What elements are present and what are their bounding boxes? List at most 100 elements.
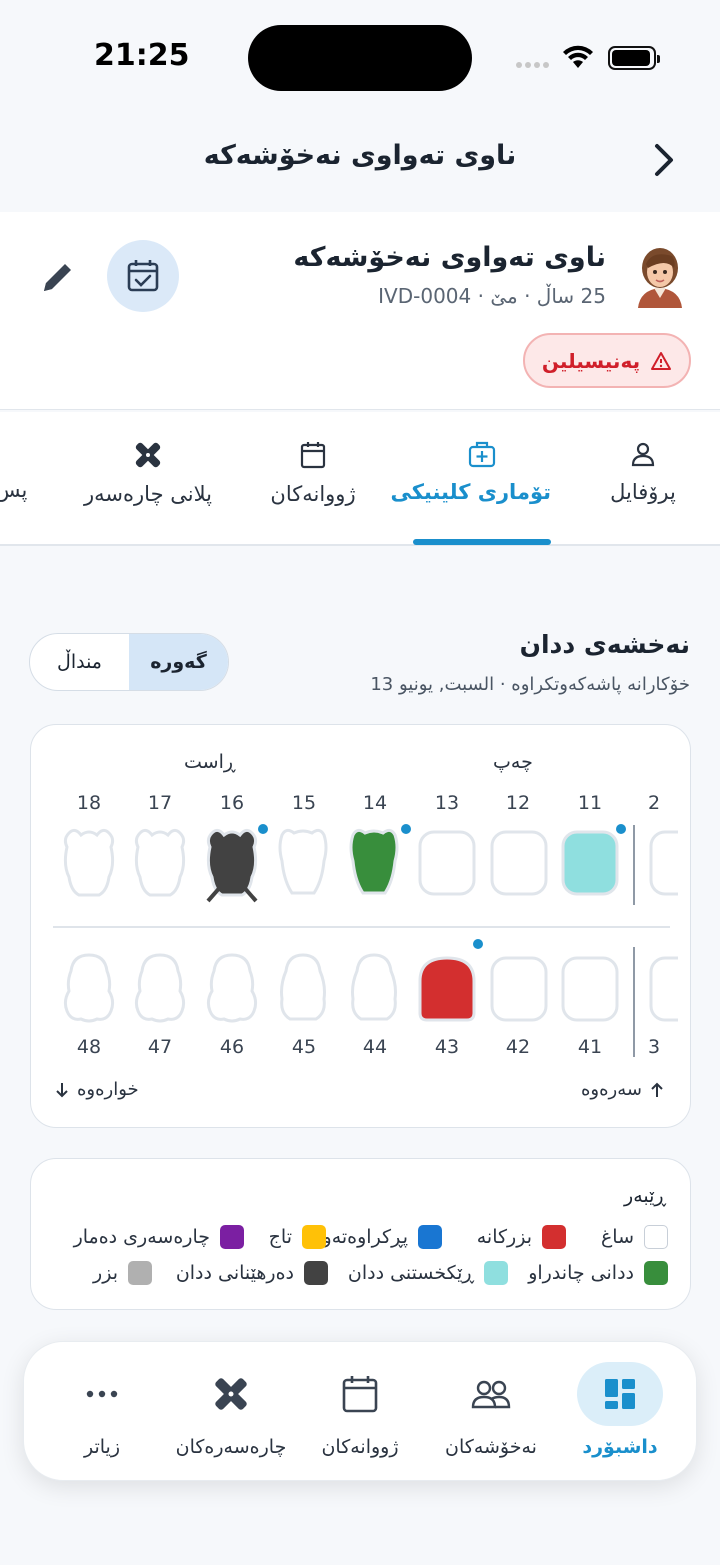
warning-triangle-icon bbox=[651, 351, 672, 370]
allergy-label: پەنیسیلین bbox=[541, 348, 641, 373]
nav-dashboard[interactable]: داشبۆرد bbox=[550, 1362, 690, 1458]
legend-swatch-root-canal bbox=[220, 1225, 244, 1249]
upper-jaw-label: سەرەوە bbox=[581, 1079, 664, 1100]
tooth-21-partial[interactable] bbox=[648, 829, 678, 897]
status-time: 21:25 bbox=[94, 38, 190, 73]
page-title: ناوی تەواوی نەخۆشەکە bbox=[203, 140, 517, 171]
tooth-12[interactable] bbox=[489, 829, 549, 897]
tooth-number: 45 bbox=[291, 1036, 317, 1058]
midline-upper bbox=[633, 825, 635, 905]
legend-title: ڕێبەر bbox=[624, 1185, 666, 1207]
legend-swatch-crown bbox=[302, 1225, 326, 1249]
active-tab-indicator bbox=[413, 539, 551, 545]
bottom-navigation: داشبۆرد نەخۆشەکان ژووانەکان چارەسەرەکان … bbox=[23, 1341, 697, 1481]
side-label-left: چەپ bbox=[493, 751, 533, 773]
tab-profile[interactable]: پرۆفایل bbox=[608, 440, 678, 504]
edit-pencil-icon[interactable] bbox=[38, 257, 78, 297]
calendar-icon bbox=[342, 1376, 378, 1413]
tooth-45[interactable] bbox=[276, 951, 330, 1025]
dentition-toggle: منداڵ گەورە bbox=[29, 633, 229, 691]
tab-label: پس bbox=[0, 478, 28, 502]
tooth-48[interactable] bbox=[61, 951, 117, 1025]
tooth-number: 16 bbox=[219, 792, 245, 814]
tooth-18[interactable] bbox=[61, 825, 117, 899]
tooth-15[interactable] bbox=[276, 825, 330, 899]
calendar-check-icon bbox=[127, 260, 159, 292]
autosave-status: خۆکارانە پاشەکەوتکراوە · السبت, يونيو 13 bbox=[370, 674, 690, 695]
lower-jaw-label: خوارەوە bbox=[55, 1079, 139, 1100]
legend-item: بزرکانە bbox=[477, 1225, 566, 1249]
tooth-17[interactable] bbox=[132, 825, 188, 899]
dental-chart-title: نەخشەی ددان bbox=[519, 630, 690, 659]
legend-item: چارەسەری دەمار bbox=[74, 1225, 244, 1249]
tooth-number: 13 bbox=[434, 792, 460, 814]
nav-appointments[interactable]: ژووانەکان bbox=[290, 1362, 430, 1458]
tooth-44[interactable] bbox=[347, 951, 401, 1025]
segment-child[interactable]: منداڵ bbox=[30, 634, 129, 690]
camera-notch bbox=[248, 25, 472, 91]
tooth-number: 41 bbox=[577, 1036, 603, 1058]
tooth-47[interactable] bbox=[132, 951, 188, 1025]
tab-bar: پرۆفایل تۆماری کلینیکی ژووانەکان پلانی چ… bbox=[0, 412, 720, 546]
chart-legend: ڕێبەر ساغ بزرکانە پڕکراوەتەوە تاج چارەسە… bbox=[30, 1158, 691, 1310]
tooth-11[interactable] bbox=[560, 829, 620, 897]
patients-icon bbox=[471, 1380, 511, 1409]
tooth-number: 15 bbox=[291, 792, 317, 814]
calendar-icon bbox=[300, 442, 326, 469]
tooth-chart: ڕاست چەپ 18 17 16 15 14 13 12 11 2 48 47… bbox=[30, 724, 691, 1128]
side-label-right: ڕاست bbox=[184, 751, 236, 773]
tooth-31-partial[interactable] bbox=[648, 955, 678, 1023]
note-marker-dot bbox=[401, 824, 411, 834]
legend-item: ددانی چاندراو bbox=[528, 1261, 668, 1285]
tooth-46[interactable] bbox=[204, 951, 260, 1025]
arrow-up-icon bbox=[651, 1082, 663, 1097]
cellular-signal-icon bbox=[516, 62, 549, 68]
tooth-number: 48 bbox=[76, 1036, 102, 1058]
legend-swatch-missing bbox=[128, 1261, 152, 1285]
battery-icon bbox=[608, 46, 660, 70]
midline-lower bbox=[633, 947, 635, 1057]
tooth-number: 18 bbox=[76, 792, 102, 814]
segment-adult[interactable]: گەورە bbox=[129, 634, 228, 690]
tooth-16[interactable] bbox=[204, 825, 260, 903]
tooth-number: 47 bbox=[147, 1036, 173, 1058]
nav-more[interactable]: زیاتر bbox=[32, 1362, 172, 1458]
tooth-number: 44 bbox=[362, 1036, 388, 1058]
legend-swatch-extraction bbox=[304, 1261, 328, 1285]
nav-treatments[interactable]: چارەسەرەکان bbox=[161, 1362, 301, 1458]
tab-clinical-record[interactable]: تۆماری کلینیکی bbox=[390, 440, 551, 504]
note-marker-dot bbox=[473, 939, 483, 949]
tab-label: تۆماری کلینیکی bbox=[390, 480, 551, 504]
tooth-13[interactable] bbox=[417, 829, 477, 897]
schedule-appointment-button[interactable] bbox=[107, 240, 179, 312]
tooth-number: 42 bbox=[505, 1036, 531, 1058]
allergy-badge: پەنیسیلین bbox=[523, 333, 691, 388]
tooth-number: 11 bbox=[577, 792, 603, 814]
bandage-icon bbox=[135, 442, 161, 468]
tooth-number: 12 bbox=[505, 792, 531, 814]
legend-item: تاج bbox=[269, 1225, 326, 1249]
legend-swatch-implant bbox=[644, 1261, 668, 1285]
tooth-number: 14 bbox=[362, 792, 388, 814]
tab-more-partial[interactable]: پس bbox=[0, 440, 28, 502]
back-chevron-icon[interactable] bbox=[644, 140, 684, 180]
tooth-42[interactable] bbox=[489, 955, 549, 1023]
patient-name: ناوی تەواوی نەخۆشەکە bbox=[293, 242, 606, 273]
tooth-41[interactable] bbox=[560, 955, 620, 1023]
legend-swatch-orthodontic bbox=[484, 1261, 508, 1285]
nav-patients[interactable]: نەخۆشەکان bbox=[421, 1362, 561, 1458]
tooth-43[interactable] bbox=[417, 955, 477, 1023]
arch-divider bbox=[53, 926, 670, 928]
tab-treatment-plan[interactable]: پلانی چارەسەر bbox=[84, 440, 212, 506]
patient-avatar bbox=[638, 248, 682, 308]
legend-item: بزر bbox=[93, 1261, 152, 1285]
tab-appointments[interactable]: ژووانەکان bbox=[268, 440, 358, 506]
tooth-14[interactable] bbox=[347, 825, 401, 899]
legend-swatch-healthy bbox=[644, 1225, 668, 1249]
tooth-number: 2 bbox=[647, 792, 661, 814]
note-marker-dot bbox=[258, 824, 268, 834]
legend-item: پڕکراوەتەوە bbox=[313, 1225, 442, 1249]
note-marker-dot bbox=[616, 824, 626, 834]
patient-meta: 25 ساڵ · مێ · IVD-0004 bbox=[378, 284, 606, 308]
bandage-icon bbox=[215, 1378, 247, 1410]
